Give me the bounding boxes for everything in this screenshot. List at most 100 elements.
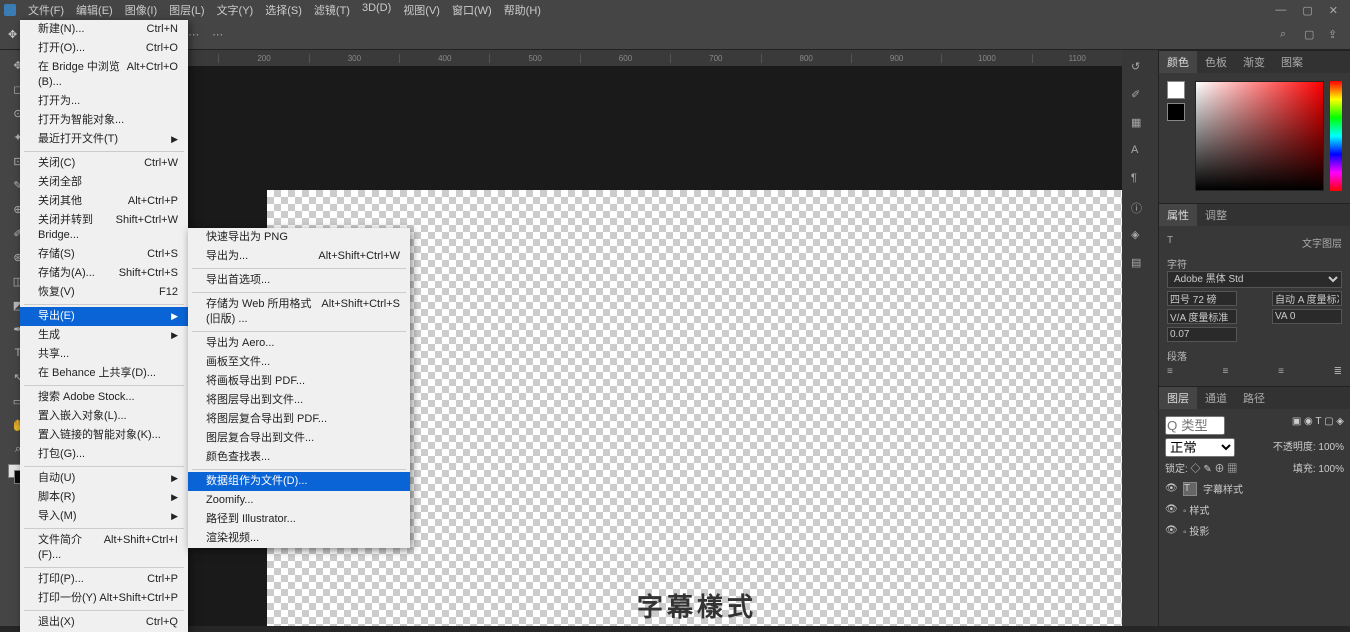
menu-row[interactable]: 共享...	[20, 345, 188, 364]
blend-mode-select[interactable]: 正常	[1165, 438, 1235, 457]
panel-tab[interactable]: 图案	[1273, 51, 1311, 73]
menu-item[interactable]: 3D(D)	[356, 0, 397, 20]
menu-row[interactable]: 导出(E)▶	[20, 307, 188, 326]
menu-row[interactable]: 退出(X)Ctrl+Q	[20, 613, 188, 632]
menu-item[interactable]: 图层(L)	[163, 0, 210, 20]
menu-row[interactable]: 生成▶	[20, 326, 188, 345]
swatches-icon[interactable]: ▦	[1131, 116, 1149, 134]
menu-row[interactable]: 渲染视频...	[188, 529, 410, 548]
minimize-button[interactable]: —	[1267, 2, 1294, 18]
history-icon[interactable]: ↺	[1131, 60, 1149, 78]
menu-row[interactable]: 搜索 Adobe Stock...	[20, 388, 188, 407]
para-icon[interactable]: ¶	[1131, 172, 1149, 190]
panel-tab[interactable]: 渐变	[1235, 51, 1273, 73]
visibility-icon[interactable]: 👁	[1165, 483, 1177, 494]
workspace-icon[interactable]: ▢	[1304, 28, 1318, 42]
menu-item[interactable]: 编辑(E)	[70, 0, 119, 20]
panel-tab[interactable]: 图层	[1159, 387, 1197, 409]
menu-row[interactable]: 存储为(A)...Shift+Ctrl+S	[20, 264, 188, 283]
menu-item[interactable]: 文字(Y)	[211, 0, 260, 20]
menu-row[interactable]: 关闭其他Alt+Ctrl+P	[20, 192, 188, 211]
background-swatch[interactable]	[1167, 103, 1185, 121]
layer-filter-input[interactable]	[1165, 416, 1225, 435]
panel-tab[interactable]: 通道	[1197, 387, 1235, 409]
menu-row[interactable]: 打开为智能对象...	[20, 111, 188, 130]
leading-input[interactable]	[1272, 291, 1342, 306]
layer-row[interactable]: 👁T字幕样式	[1165, 478, 1344, 499]
font-family-select[interactable]: Adobe 黑体 Std	[1167, 271, 1342, 288]
more-icon[interactable]: ⋯	[212, 28, 226, 42]
menu-item[interactable]: 选择(S)	[259, 0, 308, 20]
nav-icon[interactable]: ◈	[1131, 228, 1149, 246]
menu-row[interactable]: 自动(U)▶	[20, 469, 188, 488]
menu-row[interactable]: 路径到 Illustrator...	[188, 510, 410, 529]
search-icon[interactable]: ⌕	[1280, 28, 1294, 42]
panel-tab[interactable]: 色板	[1197, 51, 1235, 73]
menu-row[interactable]: 画板至文件...	[188, 353, 410, 372]
menu-item[interactable]: 视图(V)	[397, 0, 446, 20]
menu-row[interactable]: 打开(O)...Ctrl+O	[20, 39, 188, 58]
maximize-button[interactable]: ▢	[1294, 2, 1320, 19]
info-icon[interactable]: ⓘ	[1131, 200, 1149, 218]
library-icon[interactable]: ▤	[1131, 256, 1149, 274]
close-button[interactable]: ✕	[1321, 2, 1346, 19]
layer-row[interactable]: 👁◦ 投影	[1165, 520, 1344, 541]
menu-item[interactable]: 文件(F)	[22, 0, 70, 20]
menu-row[interactable]: 文件简介(F)...Alt+Shift+Ctrl+I	[20, 531, 188, 565]
menu-row[interactable]: 图层复合导出到文件...	[188, 429, 410, 448]
panel-tab[interactable]: 调整	[1197, 204, 1235, 226]
font-size-input[interactable]	[1167, 291, 1237, 306]
align-left-icon[interactable]: ≡	[1167, 366, 1173, 377]
hue-slider[interactable]	[1330, 81, 1342, 191]
menu-row[interactable]: 在 Bridge 中浏览(B)...Alt+Ctrl+O	[20, 58, 188, 92]
menu-row[interactable]: 在 Behance 上共享(D)...	[20, 364, 188, 383]
tracking-input[interactable]	[1272, 309, 1342, 324]
menu-row[interactable]: 关闭(C)Ctrl+W	[20, 154, 188, 173]
menu-row[interactable]: 数据组作为文件(D)...	[188, 472, 410, 491]
menu-row[interactable]: 最近打开文件(T)▶	[20, 130, 188, 149]
menu-row[interactable]: Zoomify...	[188, 491, 410, 510]
menu-row[interactable]: 关闭全部	[20, 173, 188, 192]
brush-panel-icon[interactable]: ✐	[1131, 88, 1149, 106]
menu-row[interactable]: 存储为 Web 所用格式 (旧版) ...Alt+Shift+Ctrl+S	[188, 295, 410, 329]
menu-row[interactable]: 置入嵌入对象(L)...	[20, 407, 188, 426]
menu-item[interactable]: 帮助(H)	[498, 0, 547, 20]
layer-row[interactable]: 👁◦ 样式	[1165, 499, 1344, 520]
menu-row[interactable]: 快速导出为 PNG	[188, 228, 410, 247]
visibility-icon[interactable]: 👁	[1165, 504, 1177, 515]
menu-row[interactable]: 关闭并转到 Bridge...Shift+Ctrl+W	[20, 211, 188, 245]
menu-row[interactable]: 导出为 Aero...	[188, 334, 410, 353]
justify-icon[interactable]: ≣	[1334, 366, 1342, 377]
menu-row[interactable]: 存储(S)Ctrl+S	[20, 245, 188, 264]
visibility-icon[interactable]: 👁	[1165, 525, 1177, 536]
align-center-icon[interactable]: ≡	[1223, 366, 1229, 377]
panel-tab[interactable]: 颜色	[1159, 51, 1197, 73]
align-right-icon[interactable]: ≡	[1278, 366, 1284, 377]
distribute-icon[interactable]: ⋯	[188, 28, 202, 42]
menu-row[interactable]: 将图层复合导出到 PDF...	[188, 410, 410, 429]
menu-row[interactable]: 颜色查找表...	[188, 448, 410, 467]
menu-row[interactable]: 导出为...Alt+Shift+Ctrl+W	[188, 247, 410, 266]
scale-input[interactable]	[1167, 327, 1237, 342]
menu-row[interactable]: 脚本(R)▶	[20, 488, 188, 507]
share-icon[interactable]: ⇪	[1328, 28, 1342, 42]
menu-row[interactable]: 打印一份(Y)Alt+Shift+Ctrl+P	[20, 589, 188, 608]
foreground-swatch[interactable]	[1167, 81, 1185, 99]
panel-tab[interactable]: 属性	[1159, 204, 1197, 226]
menu-row[interactable]: 恢复(V)F12	[20, 283, 188, 302]
char-icon[interactable]: A	[1131, 144, 1149, 162]
menu-row[interactable]: 导出首选项...	[188, 271, 410, 290]
kerning-input[interactable]	[1167, 309, 1237, 324]
menu-row[interactable]: 打开为...	[20, 92, 188, 111]
menu-row[interactable]: 将图层导出到文件...	[188, 391, 410, 410]
menu-row[interactable]: 打印(P)...Ctrl+P	[20, 570, 188, 589]
panel-tab[interactable]: 路径	[1235, 387, 1273, 409]
menu-row[interactable]: 将画板导出到 PDF...	[188, 372, 410, 391]
menu-row[interactable]: 置入链接的智能对象(K)...	[20, 426, 188, 445]
color-picker-field[interactable]	[1195, 81, 1324, 191]
menu-item[interactable]: 滤镜(T)	[308, 0, 356, 20]
menu-item[interactable]: 窗口(W)	[446, 0, 498, 20]
menu-row[interactable]: 打包(G)...	[20, 445, 188, 464]
menu-item[interactable]: 图像(I)	[119, 0, 163, 20]
menu-row[interactable]: 新建(N)...Ctrl+N	[20, 20, 188, 39]
